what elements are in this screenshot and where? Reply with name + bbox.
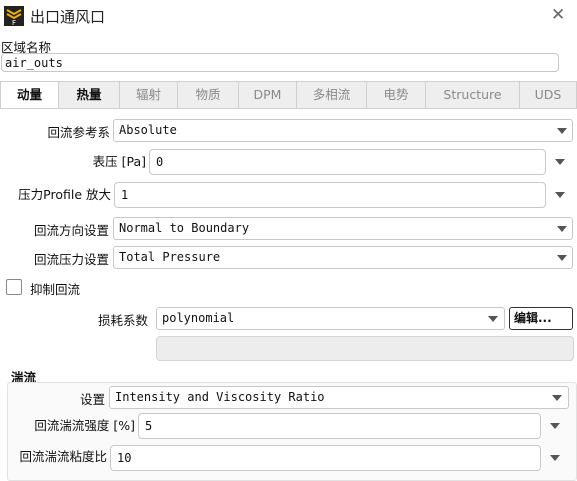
polynomial-coefficients-field (156, 336, 574, 361)
tab-dpm[interactable]: DPM (238, 81, 297, 108)
suppress-backflow-label: 抑制回流 (30, 282, 81, 297)
tab-momentum[interactable]: 动量 (0, 81, 59, 109)
turbulence-spec-label: 设置 (79, 392, 105, 407)
chevron-down-icon[interactable] (550, 423, 560, 429)
tab-thermal[interactable]: 热量 (58, 81, 120, 108)
chevron-down-icon[interactable] (488, 316, 498, 322)
backflow-direction-dropdown[interactable]: Normal to Boundary (113, 217, 573, 240)
tab-structure[interactable]: Structure (425, 81, 520, 108)
tab-radiation[interactable]: 辐射 (119, 81, 178, 108)
suppress-backflow-checkbox[interactable] (6, 279, 22, 295)
zone-name-field[interactable]: air_outs (1, 53, 559, 72)
backflow-ref-label: 回流参考系 (47, 125, 110, 140)
loss-coefficient-dropdown[interactable]: polynomial (156, 307, 505, 330)
chevron-down-icon[interactable] (557, 128, 567, 134)
chevron-down-icon[interactable] (557, 255, 567, 261)
backflow-pressure-label: 回流压力设置 (33, 252, 109, 267)
chevron-down-icon[interactable] (555, 159, 565, 165)
chevron-down-icon[interactable] (550, 455, 560, 461)
viscosity-ratio-input[interactable]: 10 (110, 445, 541, 471)
fluent-app-icon: F (4, 6, 24, 27)
chevron-down-icon[interactable] (555, 192, 565, 198)
backflow-ref-dropdown[interactable]: Absolute (113, 119, 573, 142)
pressure-profile-label: 压力Profile 放大 (18, 187, 111, 202)
window-title: 出口通风口 (30, 8, 106, 26)
turbulence-intensity-input[interactable]: 5 (138, 413, 541, 439)
tab-uds[interactable]: UDS (519, 81, 577, 108)
tab-species[interactable]: 物质 (177, 81, 239, 108)
gauge-pressure-input[interactable]: 0 (149, 149, 546, 175)
chevron-down-icon[interactable] (557, 226, 567, 232)
edit-button[interactable]: 编辑... (509, 307, 573, 330)
gauge-pressure-label: 表压 [Pa] (92, 154, 146, 169)
viscosity-ratio-label: 回流湍流粘度比 (19, 449, 107, 464)
backflow-pressure-dropdown[interactable]: Total Pressure (113, 246, 573, 269)
turbulence-spec-dropdown[interactable]: Intensity and Viscosity Ratio (109, 386, 569, 409)
backflow-direction-label: 回流方向设置 (33, 223, 109, 238)
svg-text:F: F (12, 19, 16, 26)
turbulence-intensity-label: 回流湍流强度 [%] (34, 418, 135, 433)
pressure-profile-input[interactable]: 1 (114, 182, 546, 208)
tab-bar: 动量 热量 辐射 物质 DPM 多相流 电势 Structure UDS (0, 81, 577, 109)
loss-coefficient-label: 损耗系数 (97, 313, 148, 328)
tab-potential[interactable]: 电势 (366, 81, 426, 108)
tab-divider (0, 108, 577, 109)
chevron-down-icon[interactable] (552, 395, 562, 401)
tab-multiphase[interactable]: 多相流 (296, 81, 367, 108)
close-icon[interactable]: ✕ (551, 5, 565, 25)
